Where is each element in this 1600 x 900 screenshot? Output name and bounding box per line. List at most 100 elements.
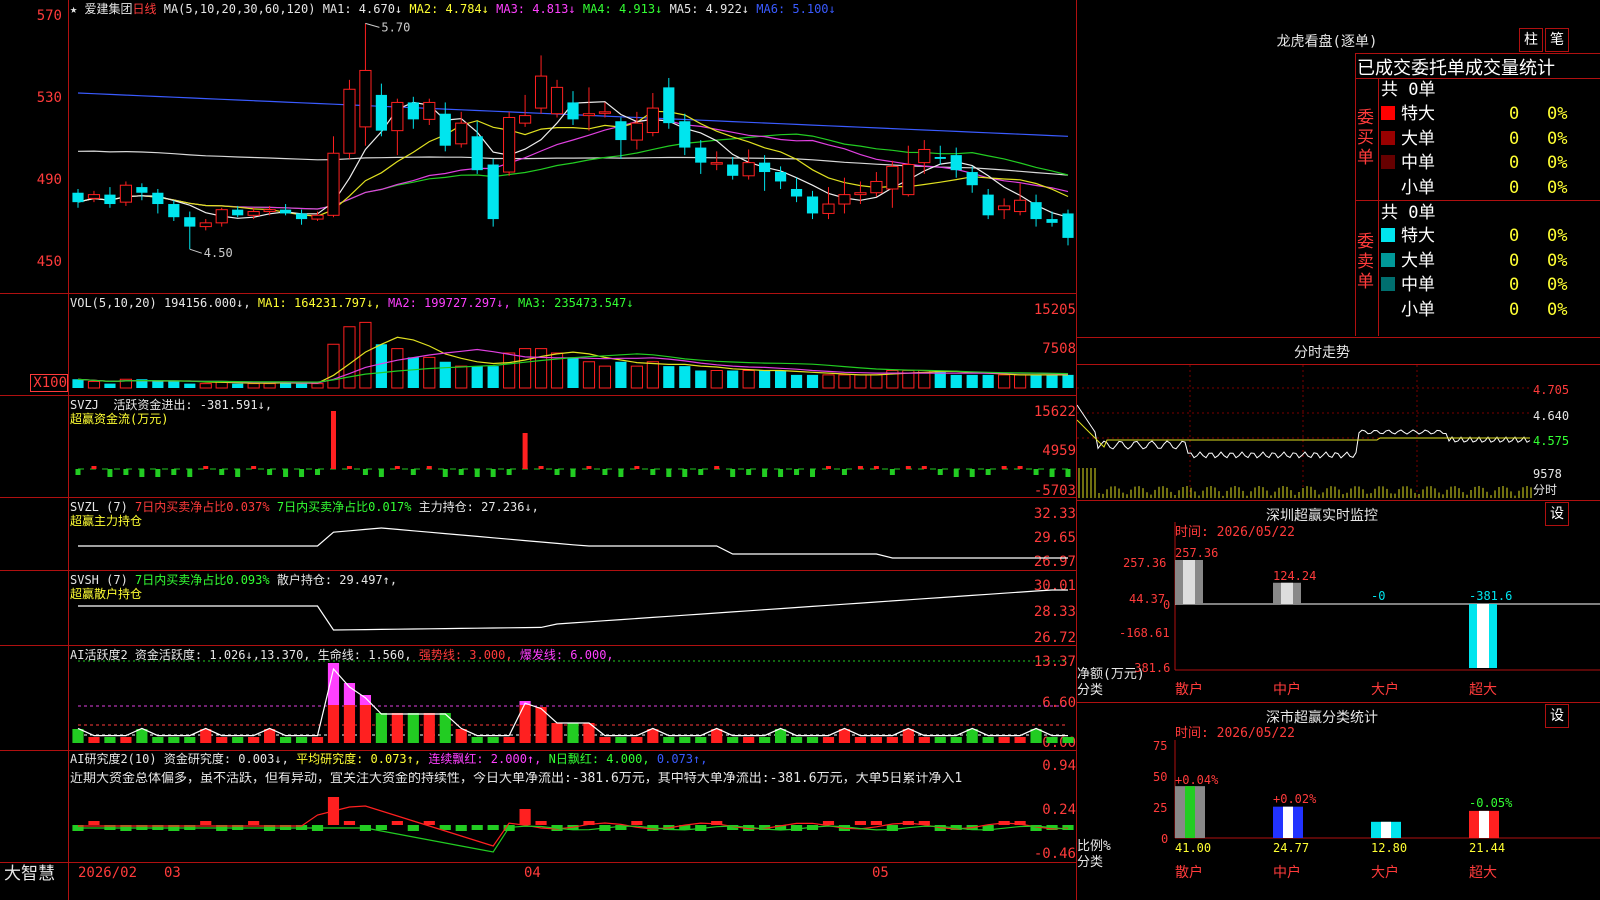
ai1-bar xyxy=(120,737,132,743)
candle-body xyxy=(375,94,387,131)
svzj-bar xyxy=(442,469,448,477)
candle-body xyxy=(966,172,978,186)
svzj-bar xyxy=(219,469,225,475)
volume-bar xyxy=(854,374,867,389)
ai2-bar xyxy=(248,821,260,825)
candle-body xyxy=(232,209,244,216)
candle-body xyxy=(1014,199,1027,213)
volume-bar xyxy=(327,343,340,389)
ma3-line xyxy=(77,118,1069,210)
svzj-bar xyxy=(682,469,688,477)
candle-body xyxy=(567,102,579,120)
ai2-bar xyxy=(519,809,531,825)
svzj-bar xyxy=(187,469,193,477)
ai1-bar xyxy=(870,737,882,743)
ai1-bar xyxy=(327,705,340,743)
volume-bar xyxy=(104,383,116,388)
volume-bar xyxy=(950,374,962,388)
volume-bar xyxy=(998,374,1011,389)
ai1-bar xyxy=(423,713,435,743)
svzj-bar xyxy=(474,469,480,477)
svzj-bar xyxy=(905,466,911,469)
ai1-bar xyxy=(599,737,611,743)
ai1-bar xyxy=(982,737,994,743)
volume-bar xyxy=(423,356,436,389)
svzj-bar xyxy=(778,469,784,477)
ai1-bar xyxy=(838,729,851,743)
ai1-bar-top xyxy=(359,695,372,705)
svzj-bar xyxy=(362,469,368,475)
volume-bar xyxy=(263,383,276,389)
candle-body xyxy=(998,205,1011,211)
candle-body xyxy=(119,184,132,203)
svzj-bar xyxy=(969,469,975,477)
ai1-bar xyxy=(743,737,755,743)
volume-bar xyxy=(455,365,468,389)
candle-body xyxy=(72,192,84,203)
volume-bar xyxy=(168,381,180,388)
volume-bar xyxy=(407,357,419,388)
candle-body xyxy=(679,121,691,148)
svzj-bar xyxy=(889,469,895,475)
ai2-bar xyxy=(343,821,356,825)
candle-body xyxy=(343,88,356,154)
ma2-line xyxy=(77,110,1069,217)
ai2-bar xyxy=(455,825,467,831)
ai1-bar xyxy=(727,737,739,743)
candle-body xyxy=(311,214,324,220)
svzj-bar xyxy=(666,469,672,477)
svzj-bar xyxy=(937,469,943,475)
candle-body xyxy=(934,156,946,159)
svzj-bar xyxy=(921,466,927,469)
svzj-bar xyxy=(794,469,800,475)
ai1-bar xyxy=(264,729,276,743)
volume-bar xyxy=(646,361,659,389)
candle-body xyxy=(902,164,915,196)
right-panel: 龙虎看盘(逐单) 柱 笔 已成交委托单成交量统计 委买单 委卖单 共 0单 特大… xyxy=(1077,0,1600,900)
candle-body xyxy=(184,217,196,227)
candle-body xyxy=(1046,219,1058,223)
stats-bar-highlight xyxy=(1283,806,1293,838)
candle-body xyxy=(471,136,483,171)
volume-bar xyxy=(72,379,84,388)
ai1-bar xyxy=(918,737,930,743)
candle-body xyxy=(710,162,723,165)
candle-body xyxy=(582,113,596,117)
kline-chart[interactable]: 5.70 4.50 xyxy=(0,0,1076,900)
candle-body xyxy=(534,75,548,109)
svzj-bar xyxy=(953,469,959,477)
ai1-bar xyxy=(359,705,372,743)
monitor-bar-highlight xyxy=(1183,560,1195,604)
ai2-bar xyxy=(854,821,867,825)
svzj-bar xyxy=(746,469,752,475)
ai1-bar xyxy=(998,737,1010,743)
ai1-bar xyxy=(631,737,643,743)
volume-bar xyxy=(232,383,244,388)
ai1-bar xyxy=(136,729,148,743)
volume-bar xyxy=(774,370,787,388)
ai2-bar xyxy=(375,825,387,830)
svzj-bar xyxy=(1049,469,1055,477)
candle-body xyxy=(615,121,627,141)
volume-bar xyxy=(838,374,851,389)
candle-body xyxy=(774,172,787,182)
candle-body xyxy=(550,86,564,115)
volume-bar xyxy=(742,370,755,389)
svzj-bar xyxy=(586,466,592,469)
volume-bar xyxy=(615,361,627,388)
ai2-bar xyxy=(88,821,100,825)
svzj-bar xyxy=(762,469,768,477)
volume-bar xyxy=(343,326,356,389)
low-marker-line xyxy=(189,248,202,254)
svzj-bar xyxy=(75,469,81,475)
svzj-bar xyxy=(1065,469,1071,477)
svzj-bar xyxy=(506,469,512,475)
volume-bar xyxy=(375,344,387,388)
ai2-bar xyxy=(471,825,483,830)
svzj-bar xyxy=(538,466,544,469)
main-chart-area[interactable]: ★ 爱建集团日线 MA(5,10,20,30,60,120) MA1: 4.67… xyxy=(0,0,1077,900)
candle-body xyxy=(598,111,612,114)
ai1-bar xyxy=(216,737,228,743)
candle-body xyxy=(727,164,739,176)
volume-bar xyxy=(1014,374,1027,389)
